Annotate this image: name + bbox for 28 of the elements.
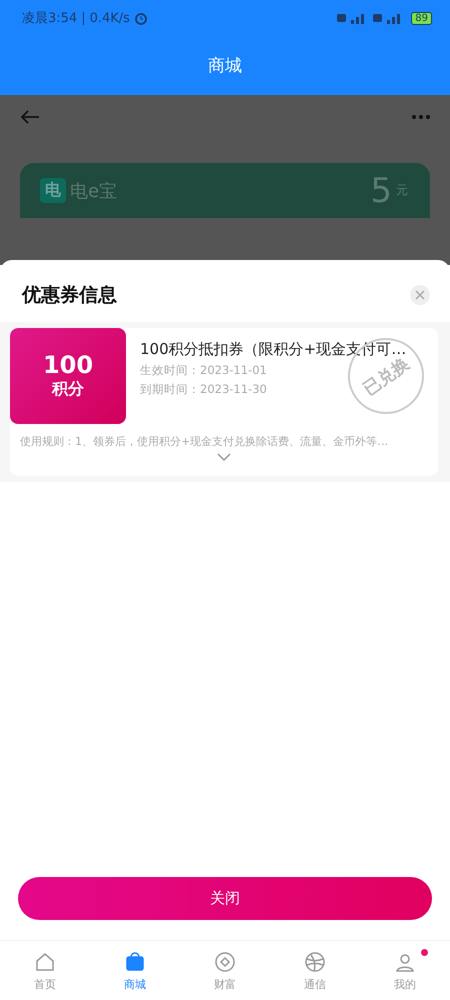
nav-tab[interactable]: 财富 <box>180 941 270 1000</box>
banner-unit: 元 <box>396 182 408 199</box>
coupon-value: 100 <box>42 352 94 379</box>
banner-amount: 5 <box>370 170 392 210</box>
end-date: 到期时间：2023-11-30 <box>140 382 267 397</box>
coin-icon <box>213 950 237 974</box>
close-button[interactable]: 关闭 <box>18 877 432 920</box>
status-separator: | <box>81 10 86 26</box>
status-time: 凌晨3:54 <box>22 10 78 27</box>
page-title: 商城 <box>208 55 242 77</box>
chevron-down-icon[interactable] <box>217 453 231 461</box>
usage-rules: 使用规则：1、领券后，使用积分+现金支付兑换除话费、流量、金币外等… <box>19 434 390 449</box>
brand-name: 电e宝 <box>70 180 118 202</box>
network-speed: 0.4K/s <box>90 10 130 26</box>
nav-tab[interactable]: 首页 <box>0 941 90 1000</box>
sheet-title: 优惠券信息 <box>22 283 117 308</box>
coupon-unit: 积分 <box>52 378 84 400</box>
nav-tab[interactable]: 我的 <box>360 941 450 1000</box>
start-date: 生效时间：2023-11-01 <box>140 363 267 378</box>
alarm-icon <box>134 11 148 25</box>
brand-logo: 电 <box>40 178 66 203</box>
close-icon[interactable] <box>410 285 430 305</box>
nav-tab[interactable]: 通信 <box>270 941 360 1000</box>
back-icon[interactable] <box>20 109 40 125</box>
battery-level: 89 <box>411 12 432 24</box>
more-icon[interactable] <box>412 115 430 119</box>
globe-icon <box>303 950 327 974</box>
nav-tab[interactable]: 商城 <box>90 941 180 1000</box>
